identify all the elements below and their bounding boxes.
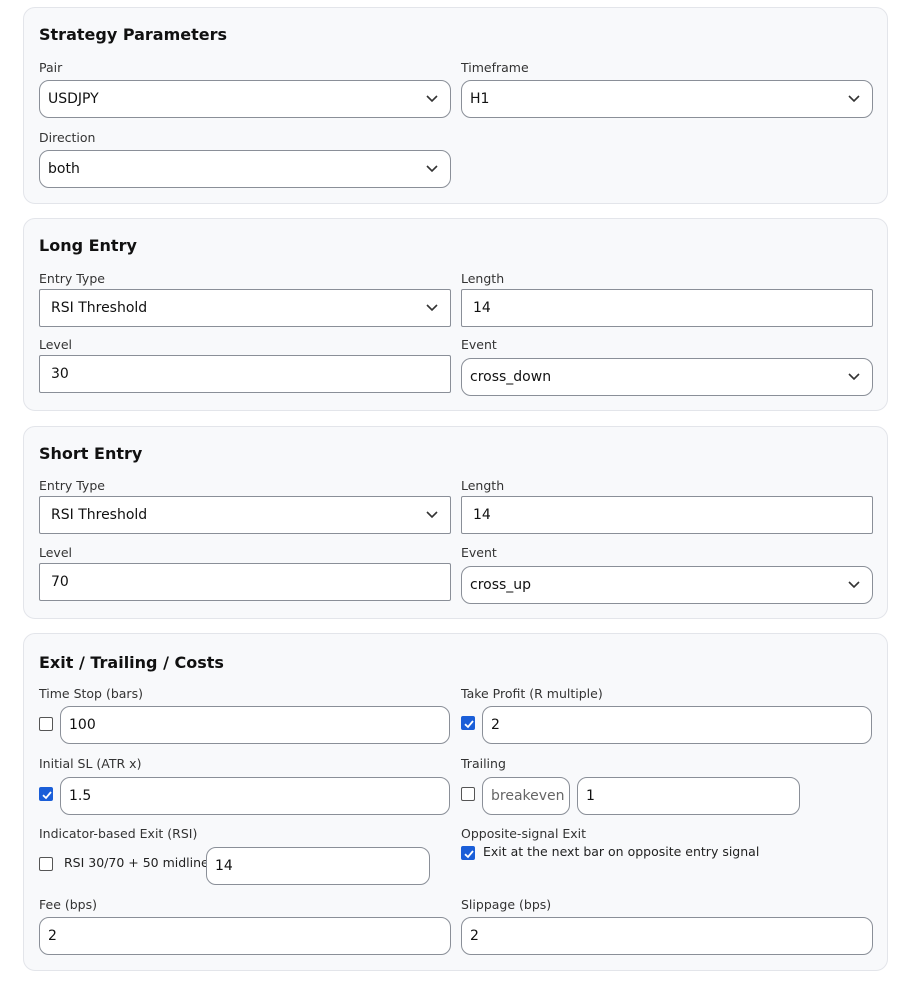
short-length-input[interactable]: 14: [461, 496, 873, 534]
timeframe-select[interactable]: H1: [461, 80, 873, 118]
trailing-checkbox[interactable]: [461, 787, 475, 801]
length-label: Length: [461, 271, 505, 286]
long-entry-type-select[interactable]: RSI Threshold: [39, 289, 451, 327]
opposite-exit-checkbox[interactable]: [461, 846, 475, 860]
initial-sl-checkbox[interactable]: [39, 787, 53, 801]
chevron-down-icon: [426, 511, 438, 519]
pair-value: USDJPY: [48, 91, 99, 107]
short-event-select[interactable]: cross_up: [461, 566, 873, 604]
slippage-label: Slippage (bps): [461, 897, 552, 912]
entry-type-value: RSI Threshold: [51, 507, 148, 523]
chevron-down-icon: [426, 95, 438, 103]
level-value: 30: [51, 366, 69, 382]
long-length-input[interactable]: 14: [461, 289, 873, 327]
timeframe-label: Timeframe: [461, 60, 529, 75]
opposite-exit-text: Exit at the next bar on opposite entry s…: [483, 844, 760, 859]
short-entry-type-select[interactable]: RSI Threshold: [39, 496, 451, 534]
event-label: Event: [461, 337, 497, 352]
initial-sl-input[interactable]: 1.5: [60, 777, 450, 815]
slippage-input[interactable]: 2: [461, 917, 873, 955]
take-profit-value: 2: [491, 717, 500, 733]
card-title: Exit / Trailing / Costs: [39, 653, 224, 672]
time-stop-value: 100: [69, 717, 96, 733]
trailing-label: Trailing: [461, 756, 506, 771]
long-level-input[interactable]: 30: [39, 355, 451, 393]
fee-input[interactable]: 2: [39, 917, 451, 955]
long-event-select[interactable]: cross_down: [461, 358, 873, 396]
direction-label: Direction: [39, 130, 96, 145]
event-label: Event: [461, 545, 497, 560]
level-label: Level: [39, 545, 72, 560]
trailing-value-input[interactable]: 1: [577, 777, 800, 815]
time-stop-input[interactable]: 100: [60, 706, 450, 744]
indicator-exit-value: 14: [215, 858, 233, 874]
chevron-down-icon: [848, 95, 860, 103]
short-level-input[interactable]: 70: [39, 563, 451, 601]
short-entry-card: Short Entry Entry Type RSI Threshold Len…: [23, 426, 888, 619]
checkmark-icon: [42, 791, 52, 800]
level-label: Level: [39, 337, 72, 352]
trailing-mode-select[interactable]: breakeven: [482, 777, 570, 815]
entry-type-value: RSI Threshold: [51, 300, 148, 316]
level-value: 70: [51, 574, 69, 590]
entry-type-label: Entry Type: [39, 478, 105, 493]
event-value: cross_up: [470, 577, 532, 593]
fee-label: Fee (bps): [39, 897, 97, 912]
take-profit-input[interactable]: 2: [482, 706, 872, 744]
length-value: 14: [473, 300, 491, 316]
indicator-exit-text: RSI 30/70 + 50 midline: [64, 855, 209, 870]
opposite-exit-label: Opposite-signal Exit: [461, 826, 587, 841]
indicator-exit-label: Indicator-based Exit (RSI): [39, 826, 198, 841]
chevron-down-icon: [848, 373, 860, 381]
card-title: Strategy Parameters: [39, 25, 228, 44]
time-stop-checkbox[interactable]: [39, 717, 53, 731]
direction-select[interactable]: both: [39, 150, 451, 188]
trailing-value: 1: [586, 788, 595, 804]
initial-sl-value: 1.5: [69, 788, 92, 804]
time-stop-label: Time Stop (bars): [39, 686, 143, 701]
checkmark-icon: [464, 850, 474, 859]
exit-trailing-costs-card: Exit / Trailing / Costs Time Stop (bars)…: [23, 633, 888, 971]
indicator-exit-input[interactable]: 14: [206, 847, 430, 885]
trailing-mode-value: breakeven: [491, 788, 565, 804]
pair-select[interactable]: USDJPY: [39, 80, 451, 118]
direction-value: both: [48, 161, 80, 177]
strategy-parameters-card: Strategy Parameters Pair USDJPY Timefram…: [23, 7, 888, 204]
fee-value: 2: [48, 928, 57, 944]
event-value: cross_down: [470, 369, 552, 385]
checkmark-icon: [464, 720, 474, 729]
long-entry-card: Long Entry Entry Type RSI Threshold Leng…: [23, 218, 888, 411]
length-value: 14: [473, 507, 491, 523]
card-title: Long Entry: [39, 236, 137, 255]
take-profit-label: Take Profit (R multiple): [461, 686, 603, 701]
timeframe-value: H1: [470, 91, 490, 107]
entry-type-label: Entry Type: [39, 271, 105, 286]
card-title: Short Entry: [39, 444, 143, 463]
take-profit-checkbox[interactable]: [461, 716, 475, 730]
chevron-down-icon: [426, 165, 438, 173]
slippage-value: 2: [470, 928, 479, 944]
pair-label: Pair: [39, 60, 63, 75]
initial-sl-label: Initial SL (ATR x): [39, 756, 142, 771]
chevron-down-icon: [426, 304, 438, 312]
chevron-down-icon: [848, 581, 860, 589]
length-label: Length: [461, 478, 505, 493]
indicator-exit-checkbox[interactable]: [39, 857, 53, 871]
